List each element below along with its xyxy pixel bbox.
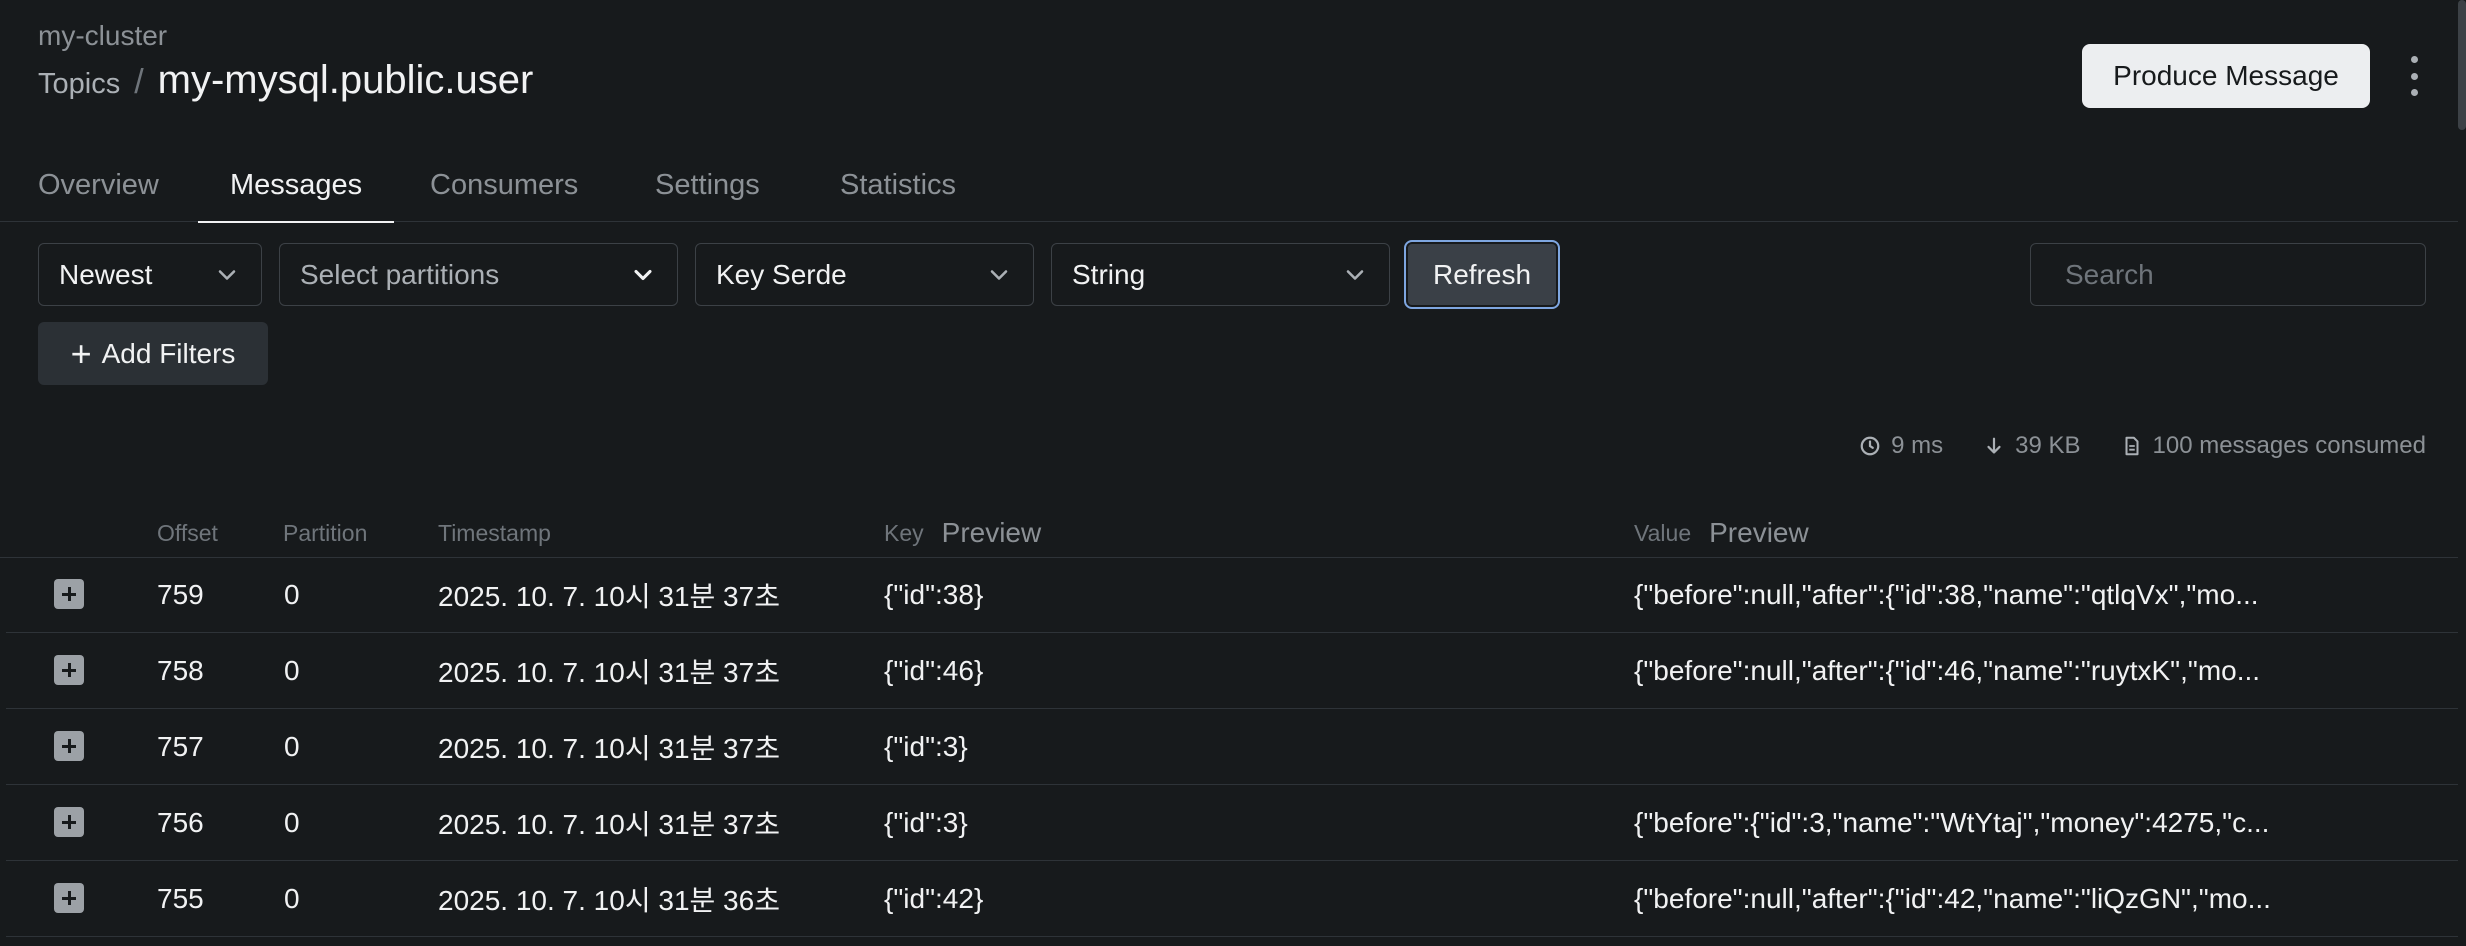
seek-type-value: Newest [59, 258, 153, 290]
key-serde-select[interactable]: Key Serde [695, 243, 1034, 306]
expand-row-icon[interactable] [54, 655, 84, 685]
column-header-key: Key Preview [884, 508, 1041, 558]
tab-messages[interactable]: Messages [198, 148, 395, 223]
key-header-label: Key [884, 519, 924, 546]
produce-message-button[interactable]: Produce Message [2082, 44, 2370, 108]
arrow-down-icon [1987, 437, 2001, 454]
consume-stats: 9 ms 39 KB 100 messages consumed [1859, 432, 2426, 460]
table-row: 755 0 2025. 10. 7. 10시 31분 36초 {"id":42}… [6, 861, 2458, 937]
tab-consumers[interactable]: Consumers [430, 148, 578, 222]
value-preview-button[interactable]: Preview [1709, 517, 1809, 549]
breadcrumb-topics-link[interactable]: Topics [38, 68, 120, 101]
tab-bar: Overview Messages Consumers Settings Sta… [0, 148, 2458, 223]
page-scrollbar-thumb[interactable] [2458, 0, 2466, 130]
column-header-timestamp: Timestamp [438, 519, 551, 546]
offset-cell: 758 [157, 655, 204, 686]
chevron-down-icon [634, 269, 652, 280]
page-scrollbar-track[interactable] [2458, 0, 2466, 946]
expand-row-icon[interactable] [54, 579, 84, 609]
tab-settings[interactable]: Settings [655, 148, 760, 222]
add-filters-button[interactable]: + Add Filters [38, 322, 268, 385]
chevron-down-icon [218, 269, 236, 280]
breadcrumb-separator: / [134, 63, 144, 101]
key-serde-value: Key Serde [716, 258, 847, 290]
key-cell: {"id":3} [884, 731, 968, 762]
expand-row-icon[interactable] [54, 731, 84, 761]
chevron-down-icon [990, 269, 1008, 280]
key-cell: {"id":3} [884, 807, 968, 838]
offset-cell: 759 [157, 579, 204, 610]
size-stat: 39 KB [1983, 432, 2081, 460]
table-row: 756 0 2025. 10. 7. 10시 31분 37초 {"id":3} … [6, 785, 2458, 861]
elapsed-time-stat: 9 ms [1859, 432, 1943, 460]
offset-cell: 757 [157, 731, 204, 762]
partition-cell: 0 [284, 731, 300, 762]
clock-icon [1860, 436, 1880, 456]
more-options-icon[interactable] [2398, 56, 2430, 96]
partitions-placeholder: Select partitions [300, 258, 500, 290]
timestamp-cell: 2025. 10. 7. 10시 31분 37초 [438, 733, 780, 764]
page-title: my-mysql.public.user [157, 58, 534, 102]
messages-consumed-stat: 100 messages consumed [2121, 432, 2427, 460]
key-cell: {"id":46} [884, 655, 984, 686]
table-row: 757 0 2025. 10. 7. 10시 31분 37초 {"id":3} [6, 709, 2458, 785]
key-cell: {"id":38} [884, 579, 984, 610]
timestamp-cell: 2025. 10. 7. 10시 31분 37초 [438, 809, 780, 840]
search-input[interactable] [2065, 258, 2426, 291]
expand-row-icon[interactable] [54, 883, 84, 913]
partition-cell: 0 [284, 883, 300, 914]
partition-cell: 0 [284, 655, 300, 686]
partition-cell: 0 [284, 807, 300, 838]
value-cell: {"before":null,"after":{"id":38,"name":"… [1634, 579, 2259, 610]
plus-icon: + [70, 332, 92, 374]
timestamp-cell: 2025. 10. 7. 10시 31분 36초 [438, 885, 780, 916]
chevron-down-icon [1346, 269, 1364, 280]
expand-row-icon[interactable] [54, 807, 84, 837]
tab-overview[interactable]: Overview [38, 148, 159, 222]
timestamp-cell: 2025. 10. 7. 10시 31분 37초 [438, 581, 780, 612]
partition-cell: 0 [284, 579, 300, 610]
table-row: 759 0 2025. 10. 7. 10시 31분 37초 {"id":38}… [6, 557, 2458, 633]
messages-table-header: Offset Partition Timestamp Key Preview V… [0, 508, 2458, 558]
tab-statistics[interactable]: Statistics [840, 148, 956, 222]
size-value: 39 KB [2015, 432, 2081, 459]
column-header-partition: Partition [283, 519, 368, 546]
offset-cell: 755 [157, 883, 204, 914]
value-cell: {"before":{"id":3,"name":"WtYtaj","money… [1634, 807, 2270, 838]
column-header-value: Value Preview [1634, 508, 1809, 558]
key-preview-button[interactable]: Preview [942, 517, 1042, 549]
key-cell: {"id":42} [884, 883, 984, 914]
add-filters-label: Add Filters [101, 337, 236, 369]
table-row: 758 0 2025. 10. 7. 10시 31분 37초 {"id":46}… [6, 633, 2458, 709]
value-cell: {"before":null,"after":{"id":46,"name":"… [1634, 655, 2261, 686]
elapsed-time-value: 9 ms [1891, 432, 1944, 459]
value-cell: {"before":null,"after":{"id":42,"name":"… [1634, 883, 2271, 914]
messages-consumed-value: 100 messages consumed [2152, 432, 2427, 459]
value-header-label: Value [1634, 519, 1692, 546]
offset-cell: 756 [157, 807, 204, 838]
column-header-offset: Offset [157, 519, 218, 546]
value-serde-select[interactable]: String [1051, 243, 1390, 306]
breadcrumb: Topics / my-mysql.public.user [38, 58, 533, 103]
search-field [2030, 243, 2426, 306]
refresh-button[interactable]: Refresh [1404, 240, 1560, 309]
cluster-name[interactable]: my-cluster [38, 20, 167, 52]
document-icon [2124, 436, 2139, 456]
partitions-select[interactable]: Select partitions [279, 243, 678, 306]
value-serde-value: String [1072, 258, 1146, 290]
seek-type-select[interactable]: Newest [38, 243, 262, 306]
timestamp-cell: 2025. 10. 7. 10시 31분 37초 [438, 657, 780, 688]
